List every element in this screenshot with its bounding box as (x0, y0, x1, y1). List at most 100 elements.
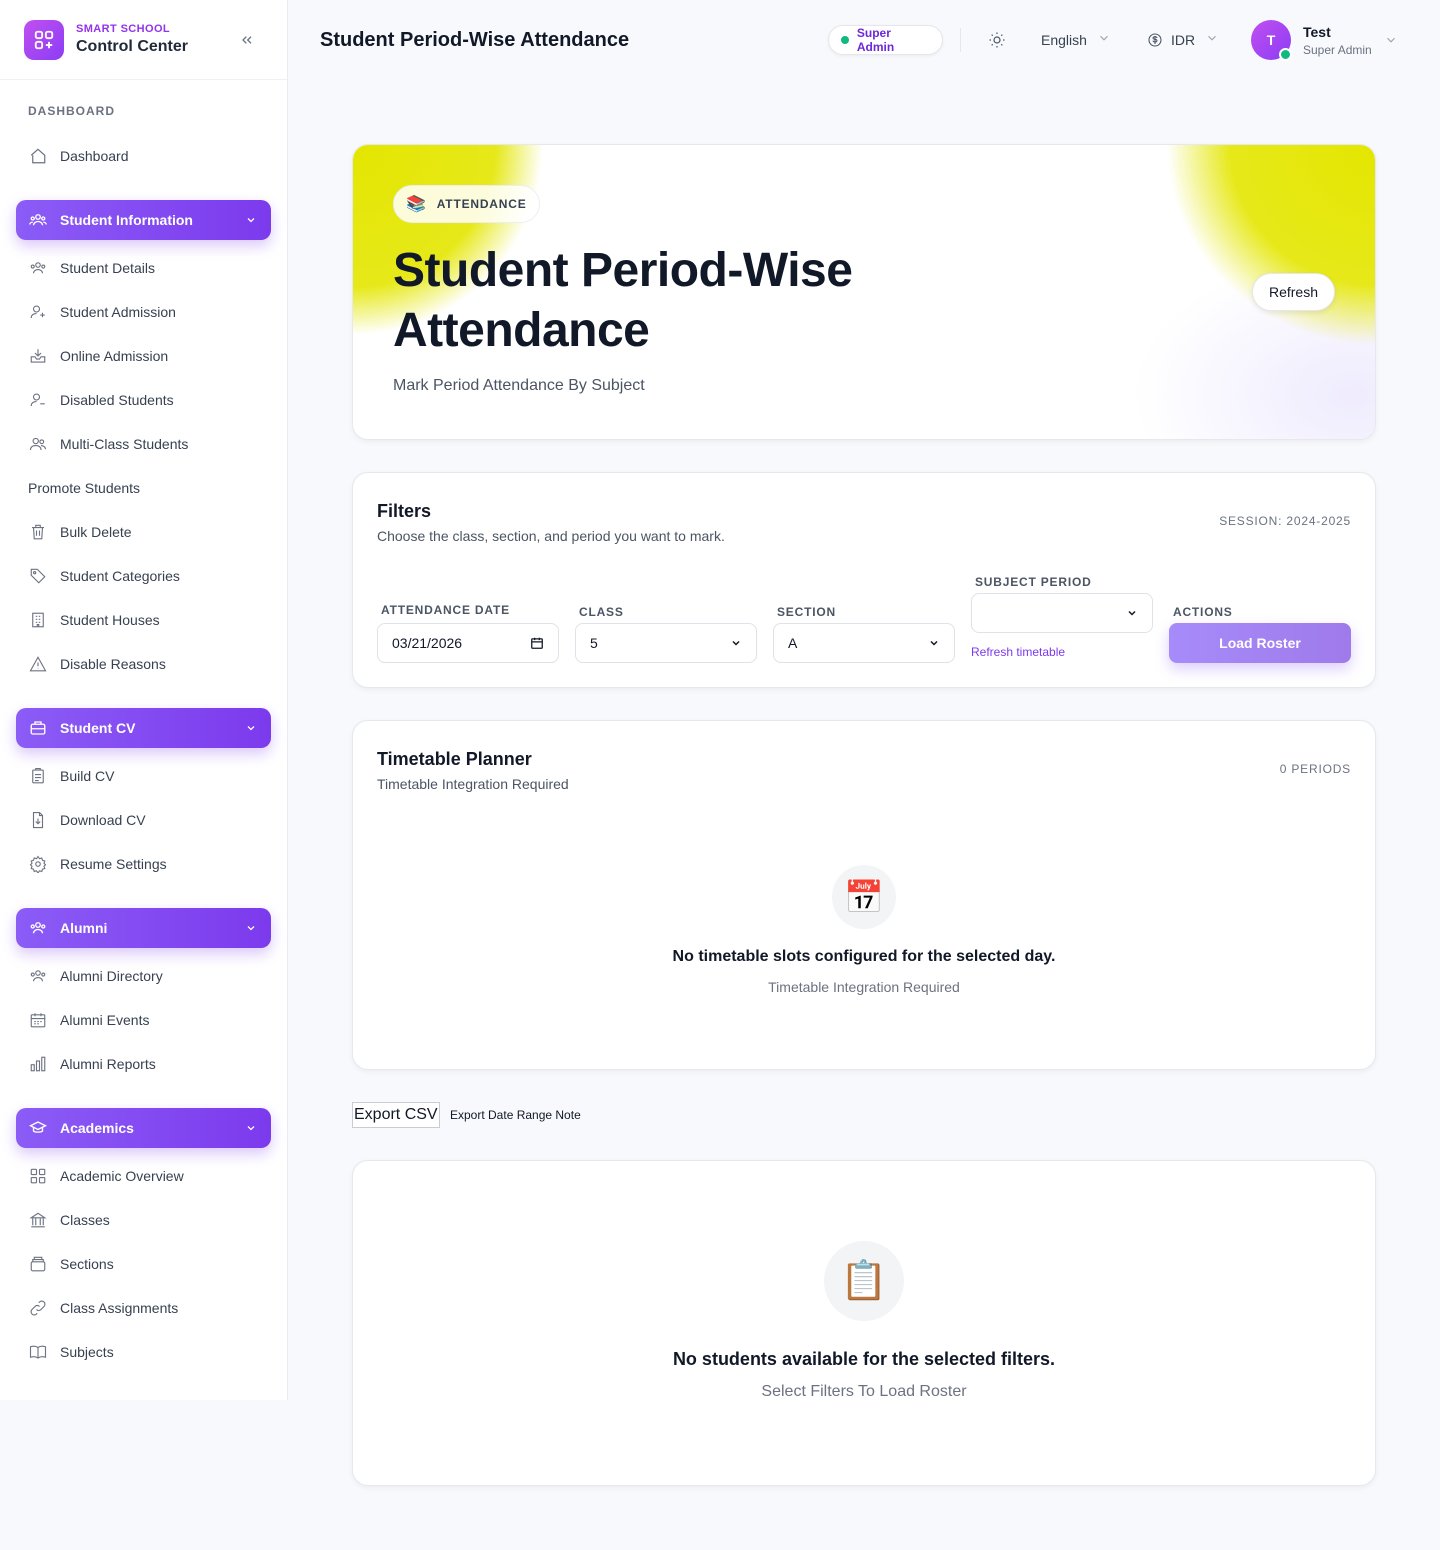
chevron-down-icon (243, 1120, 259, 1136)
calendar-icon[interactable] (530, 636, 544, 650)
timetable-subtitle: Timetable Integration Required (377, 776, 569, 792)
language-select[interactable]: English (1041, 31, 1111, 48)
sidebar-item-student-admission[interactable]: Student Admission (28, 300, 268, 324)
sidebar-item-student-houses[interactable]: Student Houses (28, 608, 268, 632)
sidebar-section-label: DASHBOARD (28, 104, 115, 118)
section-badge-label: ATTENDANCE (436, 197, 527, 211)
users-icon (28, 210, 48, 230)
sidebar-item-label: Disable Reasons (60, 656, 166, 672)
sidebar-item-dashboard[interactable]: Dashboard (28, 144, 268, 168)
users-icon (28, 434, 48, 454)
actions-label: ACTIONS (1173, 605, 1233, 619)
sidebar-item-bulk-delete[interactable]: Bulk Delete (28, 520, 268, 544)
sidebar-item-class-assignments[interactable]: Class Assignments (28, 1296, 268, 1320)
sidebar-item-label: Classes (60, 1212, 110, 1228)
sidebar-item-multi-class-students[interactable]: Multi-Class Students (28, 432, 268, 456)
sidebar-item-alumni-events[interactable]: Alumni Events (28, 1008, 268, 1032)
timetable-title: Timetable Planner (377, 749, 532, 769)
clipboard-emoji: 📋 (840, 1260, 888, 1302)
gear-icon (28, 854, 48, 874)
sidebar-group-label: Alumni (60, 920, 108, 936)
attendance-date-input[interactable]: 03/21/2026 (377, 623, 559, 663)
file-download-icon (28, 810, 48, 830)
sidebar-group-student-cv[interactable]: Student CV (16, 708, 271, 748)
bank-icon (28, 1210, 48, 1230)
sidebar-item-label: Alumni Reports (60, 1056, 156, 1072)
sidebar-item-resume-settings[interactable]: Resume Settings (28, 852, 268, 876)
sidebar-item-label: Download CV (60, 812, 146, 828)
sidebar-item-promote-students[interactable]: Promote Students (28, 476, 268, 500)
load-roster-button[interactable]: Load Roster (1169, 623, 1351, 663)
book-open-icon (28, 1342, 48, 1362)
sidebar-item-label: Bulk Delete (60, 524, 132, 540)
sidebar-item-subjects[interactable]: Subjects (28, 1340, 268, 1364)
sidebar-item-label: Student Details (60, 260, 155, 276)
users-icon (28, 918, 48, 938)
brand-title: Control Center (76, 38, 188, 55)
sidebar-item-alumni-reports[interactable]: Alumni Reports (28, 1052, 268, 1076)
sidebar-group-alumni[interactable]: Alumni (16, 908, 271, 948)
sidebar-item-label: Sections (60, 1256, 114, 1272)
refresh-timetable-link[interactable]: Refresh timetable (971, 645, 1065, 659)
periods-count: 0 PERIODS (1279, 762, 1351, 776)
sidebar-item-build-cv[interactable]: Build CV (28, 764, 268, 788)
page-title: Student Period-Wise Attendance (320, 29, 630, 51)
sidebar-item-label: Multi-Class Students (60, 436, 189, 452)
export-csv-button[interactable]: Export CSV (352, 1102, 440, 1128)
users-icon (28, 966, 48, 986)
grid-plus-icon[interactable] (24, 19, 64, 60)
users-icon (28, 258, 48, 278)
user-plus-icon (28, 302, 48, 322)
alert-triangle-icon (28, 654, 48, 674)
user-name[interactable]: Test (1303, 24, 1331, 40)
class-value: 5 (590, 635, 598, 651)
sidebar-item-online-admission[interactable]: Online Admission (28, 344, 268, 368)
avatar-initial: T (1266, 32, 1276, 48)
sidebar-group-student-information[interactable]: Student Information (16, 200, 271, 240)
sidebar-group-label: Student Information (60, 212, 193, 228)
currency-select[interactable]: IDR (1147, 31, 1219, 48)
section-select[interactable]: A (773, 623, 955, 663)
sidebar-item-label: Class Assignments (60, 1300, 179, 1316)
chevrons-left-icon[interactable] (237, 28, 257, 52)
sidebar-item-label: Student Admission (60, 304, 176, 320)
sidebar-item-student-categories[interactable]: Student Categories (28, 564, 268, 588)
briefcase-icon (28, 718, 48, 738)
sidebar-item-download-cv[interactable]: Download CV (28, 808, 268, 832)
section-badge: 📚 ATTENDANCE (393, 185, 540, 223)
calendar-icon: 📅 (832, 865, 896, 929)
sidebar-group-label: Academics (60, 1120, 134, 1136)
class-select[interactable]: 5 (575, 623, 757, 663)
timetable-empty-title: No timetable slots configured for the se… (672, 948, 1056, 965)
sidebar-item-student-details[interactable]: Student Details (28, 256, 268, 280)
sidebar-item-disable-reasons[interactable]: Disable Reasons (28, 652, 268, 676)
sidebar-item-classes[interactable]: Classes (28, 1208, 268, 1232)
graduation-cap-icon (28, 1118, 48, 1138)
chevron-down-icon[interactable] (1384, 33, 1398, 52)
sidebar-item-label: Build CV (60, 768, 115, 784)
sun-icon[interactable] (986, 29, 1008, 51)
tag-icon (28, 566, 48, 586)
sidebar-item-alumni-directory[interactable]: Alumni Directory (28, 964, 268, 988)
subject-period-label: SUBJECT PERIOD (975, 575, 1092, 589)
layers-icon (28, 1254, 48, 1274)
header-divider (960, 28, 961, 52)
currency-label: IDR (1171, 31, 1196, 48)
sidebar-item-label: Online Admission (60, 348, 169, 364)
section-label: SECTION (777, 605, 836, 619)
chevron-down-icon (928, 637, 940, 649)
brand-subtitle: SMART SCHOOL (76, 23, 171, 35)
filters-card: Filters Choose the class, section, and p… (352, 472, 1376, 688)
refresh-button[interactable]: Refresh (1251, 273, 1335, 311)
sidebar-item-sections[interactable]: Sections (28, 1252, 268, 1276)
clipboard-icon (28, 766, 48, 786)
sidebar-group-academics[interactable]: Academics (16, 1108, 271, 1148)
role-badge[interactable]: Super Admin (828, 25, 943, 55)
sidebar-item-label: Alumni Events (60, 1012, 150, 1028)
sidebar-item-label: Disabled Students (60, 392, 174, 408)
subject-period-select[interactable] (971, 593, 1153, 633)
export-note: Export Date Range Note (450, 1108, 581, 1122)
sidebar-item-academic-overview[interactable]: Academic Overview (28, 1164, 268, 1188)
avatar[interactable]: T (1251, 20, 1292, 61)
sidebar-item-disabled-students[interactable]: Disabled Students (28, 388, 268, 412)
